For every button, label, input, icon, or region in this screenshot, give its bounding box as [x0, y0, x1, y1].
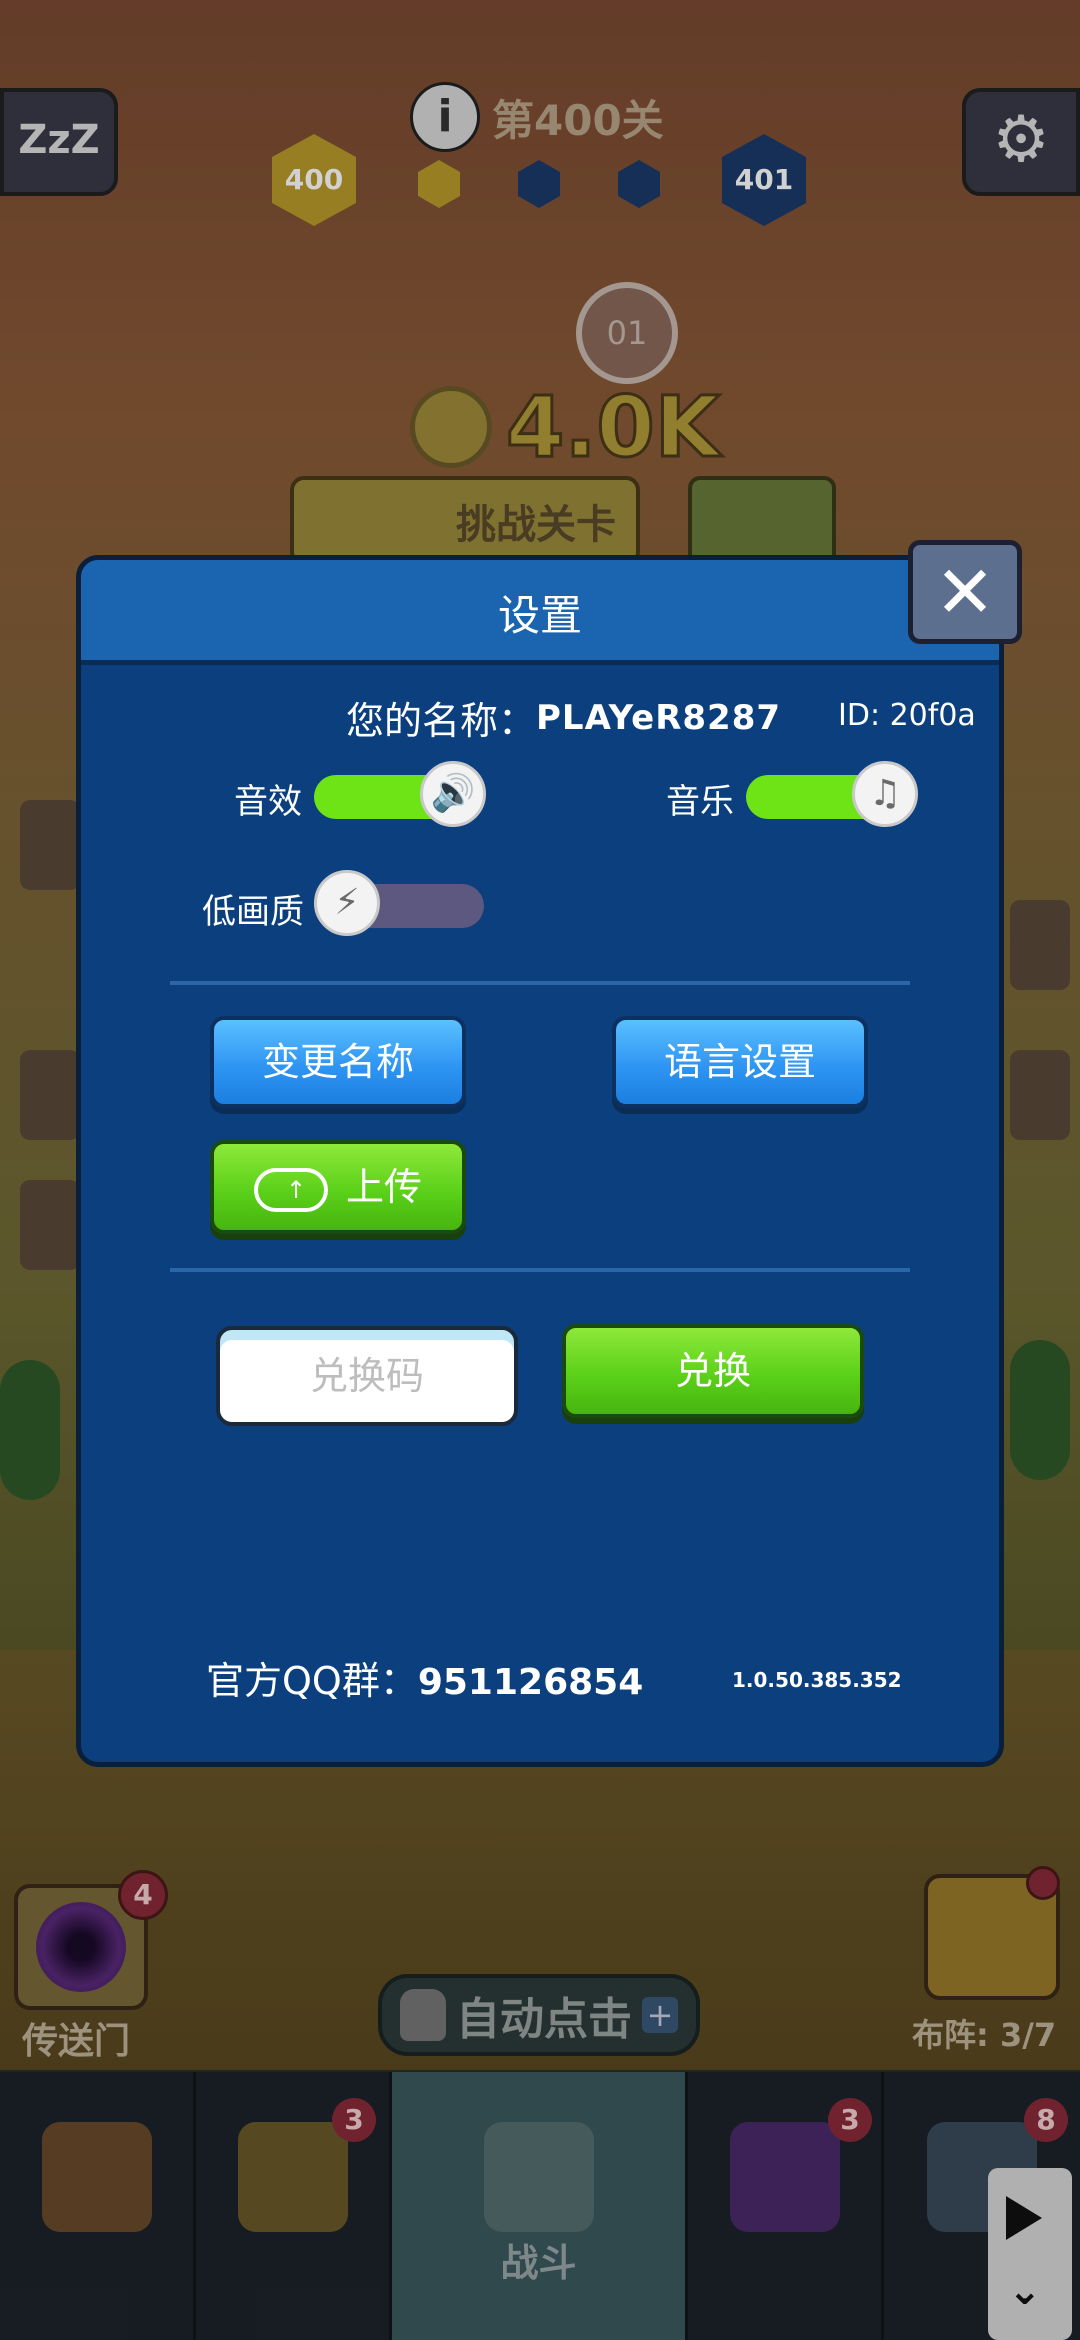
redeem-code-input[interactable] [216, 1326, 518, 1426]
lightning-icon: ⚡ [314, 870, 380, 936]
sound-label: 音效 [234, 782, 302, 822]
upload-label: 上传 [345, 1165, 422, 1209]
low-quality-toggle[interactable]: ⚡ [314, 870, 484, 936]
dialog-header: 设置 [81, 560, 999, 665]
cloud-upload-icon: ↑ [253, 1167, 328, 1212]
music-label: 音乐 [666, 782, 734, 822]
player-name-value: PLAYeR8287 [536, 697, 782, 738]
player-name-row: 您的名称： PLAYeR8287 [346, 690, 781, 745]
close-icon: ✕ [934, 550, 996, 634]
speaker-icon: 🔊 [420, 761, 486, 827]
qq-group-row: 官方QQ群： 951126854 [206, 1650, 643, 1705]
close-button[interactable]: ✕ [908, 540, 1022, 644]
dialog-title: 设置 [497, 591, 582, 640]
music-note-icon: ♫ [852, 761, 918, 827]
qq-number: 951126854 [417, 1662, 644, 1703]
divider [170, 1268, 910, 1272]
sound-toggle[interactable]: 🔊 [314, 761, 486, 827]
player-name-label: 您的名称： [346, 699, 537, 743]
change-name-button[interactable]: 变更名称 [210, 1016, 466, 1108]
upload-button[interactable]: ↑ 上传 [210, 1140, 466, 1234]
qq-label: 官方QQ群： [206, 1659, 418, 1703]
low-quality-label: 低画质 [202, 892, 304, 932]
divider [170, 981, 910, 985]
music-toggle[interactable]: ♫ [746, 761, 918, 827]
language-settings-button[interactable]: 语言设置 [612, 1016, 868, 1108]
player-id: ID: 20f0a [838, 698, 976, 733]
version-text: 1.0.50.385.352 [732, 1668, 902, 1692]
redeem-button[interactable]: 兑换 [562, 1324, 864, 1418]
